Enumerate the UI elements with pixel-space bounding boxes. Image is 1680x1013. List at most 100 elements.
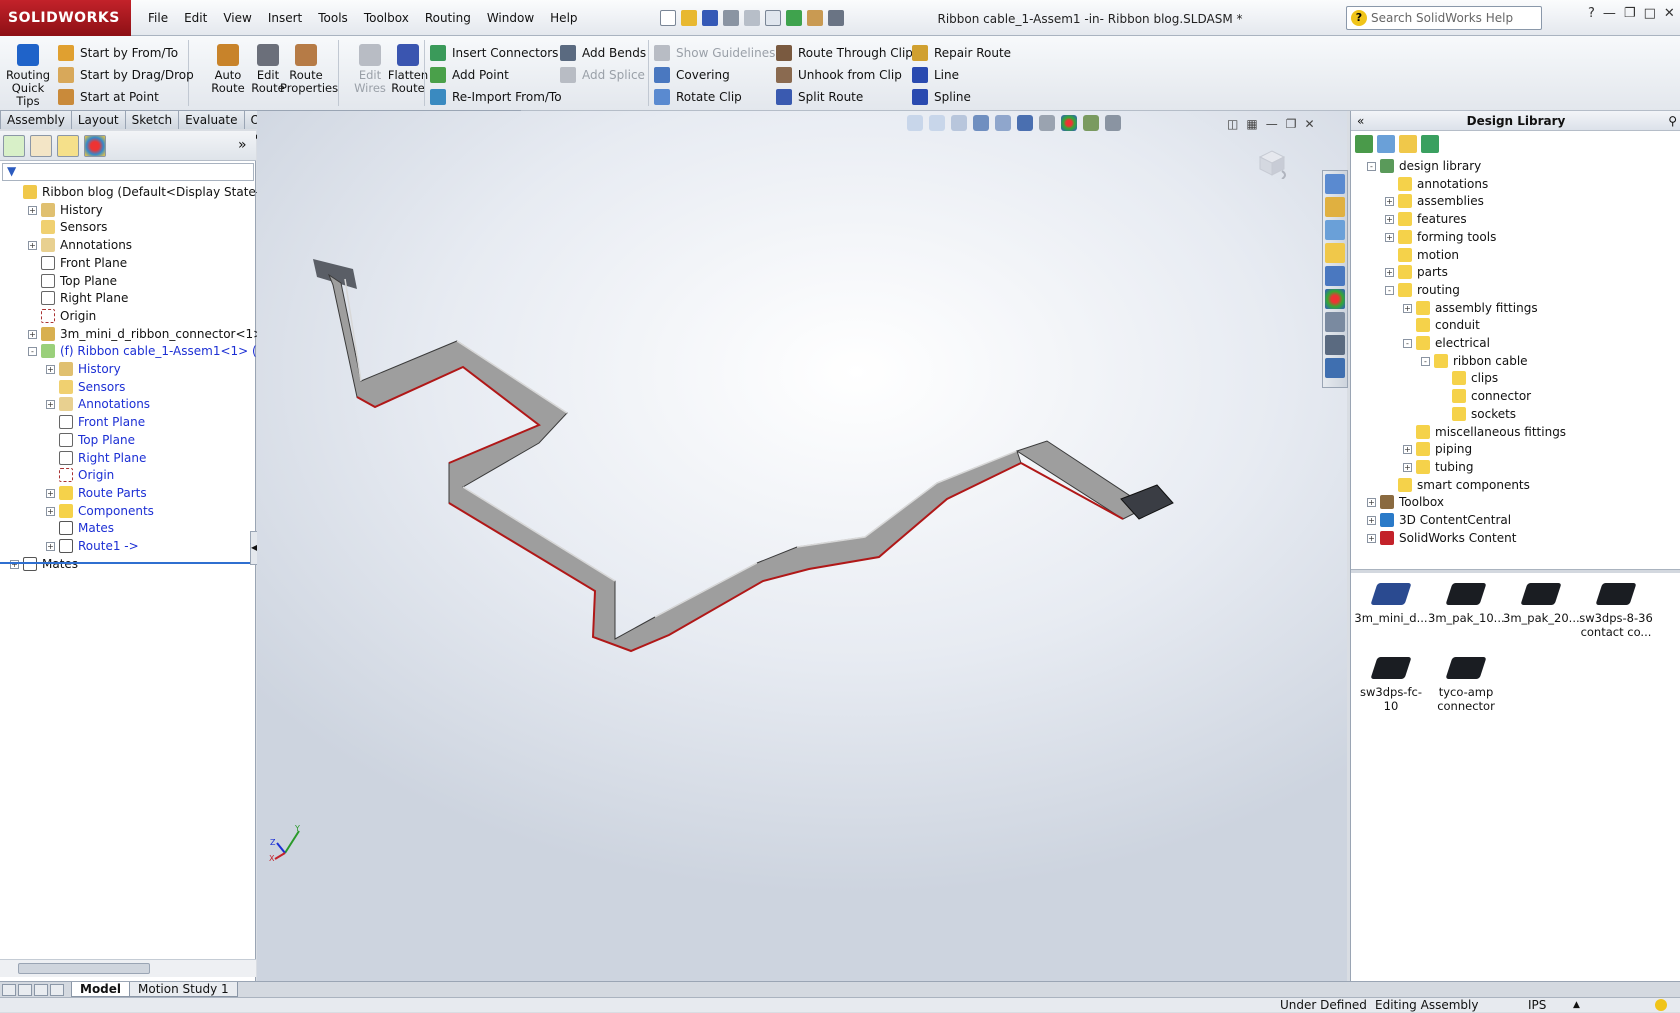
tab-model[interactable]: Model [71, 982, 131, 997]
tree-node[interactable]: motion [1385, 246, 1459, 264]
configuration-manager-tab-icon[interactable] [57, 135, 79, 157]
tree-node[interactable]: Right Plane [28, 289, 128, 307]
tab-evaluate[interactable]: Evaluate [178, 110, 245, 129]
menu-item-insert[interactable]: Insert [260, 11, 310, 25]
tree-node[interactable]: + piping [1403, 440, 1472, 458]
expand-icon[interactable]: + [46, 365, 55, 374]
tree-node[interactable]: + tubing [1403, 458, 1473, 476]
maximize-icon[interactable]: □ [1644, 6, 1656, 21]
spline-button[interactable]: Spline [912, 86, 1011, 108]
collapse-icon[interactable]: - [28, 347, 37, 357]
design-library-tab-icon[interactable] [1325, 220, 1345, 240]
tree-node[interactable]: + assembly fittings [1403, 299, 1538, 317]
show-guidelines-button[interactable]: Show Guidelines [654, 42, 775, 64]
electrical-tab-icon[interactable] [1325, 358, 1345, 378]
units-dropdown-icon[interactable]: ▲ [1573, 998, 1580, 1013]
menu-item-routing[interactable]: Routing [417, 11, 479, 25]
tree-filter-input[interactable]: ▼ [2, 163, 254, 181]
tab-sketch[interactable]: Sketch [124, 110, 180, 129]
tree-node[interactable]: + History [46, 360, 121, 378]
tree-node[interactable]: Front Plane [46, 413, 145, 431]
add-splice-button[interactable]: Add Splice [560, 64, 646, 86]
options-icon[interactable] [828, 10, 844, 26]
feature-manager-tab-icon[interactable] [3, 135, 25, 157]
expand-icon[interactable]: + [1367, 533, 1376, 543]
tree-node[interactable]: Sensors [46, 378, 125, 396]
tab-layout[interactable]: Layout [70, 110, 126, 129]
property-manager-tab-icon[interactable] [30, 135, 52, 157]
library-item[interactable]: tyco-amp connector [1428, 651, 1504, 713]
close-icon[interactable]: ✕ [1664, 6, 1675, 21]
last-tab-button[interactable] [50, 983, 64, 996]
collapse-icon[interactable]: - [1403, 339, 1412, 348]
routing-library-tab-icon[interactable] [1325, 335, 1345, 355]
tree-node[interactable]: Ribbon blog (Default<Display State-1>) [10, 183, 283, 201]
expand-icon[interactable]: + [1385, 268, 1394, 278]
open-folder-icon[interactable] [681, 10, 697, 26]
re-import-from-to-button[interactable]: Re-Import From/To [430, 86, 562, 108]
help-menu-icon[interactable]: ? [1588, 6, 1595, 21]
print-icon[interactable] [723, 10, 739, 26]
menu-item-file[interactable]: File [140, 11, 176, 25]
resources-tab-icon[interactable] [1325, 174, 1345, 194]
undo-icon[interactable] [744, 10, 760, 26]
expand-icon[interactable]: + [46, 506, 55, 516]
tree-node[interactable]: + Annotations [28, 236, 132, 254]
tree-node[interactable]: Top Plane [28, 272, 117, 290]
collapse-icon[interactable]: - [1421, 356, 1430, 366]
expand-icon[interactable]: + [46, 400, 55, 410]
library-item[interactable]: 3m_mini_d... [1353, 577, 1429, 625]
expand-icon[interactable]: + [1385, 215, 1394, 225]
tree-node[interactable]: - routing [1385, 281, 1460, 299]
file-properties-icon[interactable] [807, 10, 823, 26]
expand-icon[interactable]: + [1403, 445, 1412, 455]
add-file-location-icon[interactable] [1377, 135, 1395, 153]
tree-node[interactable]: + forming tools [1385, 228, 1496, 246]
add-point-button[interactable]: Add Point [430, 64, 562, 86]
collapse-icon[interactable]: - [1385, 285, 1394, 295]
expand-icon[interactable]: + [1385, 197, 1394, 207]
library-item[interactable]: sw3dps-8-36 contact co... [1578, 577, 1654, 639]
tree-node[interactable]: + Route Parts [46, 484, 147, 502]
tree-node[interactable]: Origin [46, 466, 114, 484]
info-button[interactable]: Routing Quick Tips [2, 42, 54, 108]
tree-node[interactable]: Mates [46, 519, 114, 537]
tree-node[interactable]: + Annotations [46, 395, 150, 413]
expand-icon[interactable]: + [46, 542, 55, 551]
rebuild-icon[interactable] [786, 10, 802, 26]
expand-chevron-icon[interactable]: » [238, 137, 247, 153]
tree-node[interactable]: sockets [1439, 405, 1516, 423]
rotate-clip-button[interactable]: Rotate Clip [654, 86, 775, 108]
next-tab-button[interactable] [34, 983, 48, 996]
covering-button[interactable]: Covering [654, 64, 775, 86]
library-item[interactable]: sw3dps-fc-10 [1353, 651, 1429, 713]
rollback-bar[interactable] [0, 562, 256, 564]
expand-icon[interactable]: + [1367, 498, 1376, 508]
cable-path[interactable] [313, 259, 1174, 653]
horizontal-scrollbar[interactable] [0, 959, 256, 977]
create-folder-icon[interactable] [1399, 135, 1417, 153]
view-palette-tab-icon[interactable] [1325, 266, 1345, 286]
minimize-icon[interactable]: — [1603, 6, 1616, 21]
add-bends-button[interactable]: Add Bends [560, 42, 646, 64]
menu-item-help[interactable]: Help [542, 11, 585, 25]
repair-route-button[interactable]: Repair Route [912, 42, 1011, 64]
expand-icon[interactable]: + [1367, 516, 1376, 525]
solidworks-logo[interactable]: SOLIDWORKS [0, 0, 131, 36]
tab-assembly[interactable]: Assembly [0, 110, 72, 129]
insert-connectors-button[interactable]: Insert Connectors [430, 42, 562, 64]
graphics-viewport[interactable]: ◫ ▦ — ❐ ✕ ZYX [257, 111, 1347, 981]
save-icon[interactable] [702, 10, 718, 26]
tree-node[interactable]: Top Plane [46, 431, 135, 449]
select-arrow-icon[interactable] [765, 10, 781, 26]
expand-icon[interactable]: + [46, 488, 55, 498]
library-item[interactable]: 3m_pak_20... [1503, 577, 1580, 625]
expand-icon[interactable]: + [1403, 303, 1412, 313]
route-properties-button[interactable]: Route Properties [280, 42, 338, 108]
tree-node[interactable]: + Route1 -> [46, 537, 139, 555]
tree-node[interactable]: + SolidWorks Content [1367, 529, 1516, 547]
tab-motion-study[interactable]: Motion Study 1 [129, 982, 238, 997]
tree-node[interactable]: Front Plane [28, 254, 127, 272]
tree-node[interactable]: + parts [1385, 263, 1448, 281]
restore-icon[interactable]: ❐ [1624, 6, 1636, 21]
